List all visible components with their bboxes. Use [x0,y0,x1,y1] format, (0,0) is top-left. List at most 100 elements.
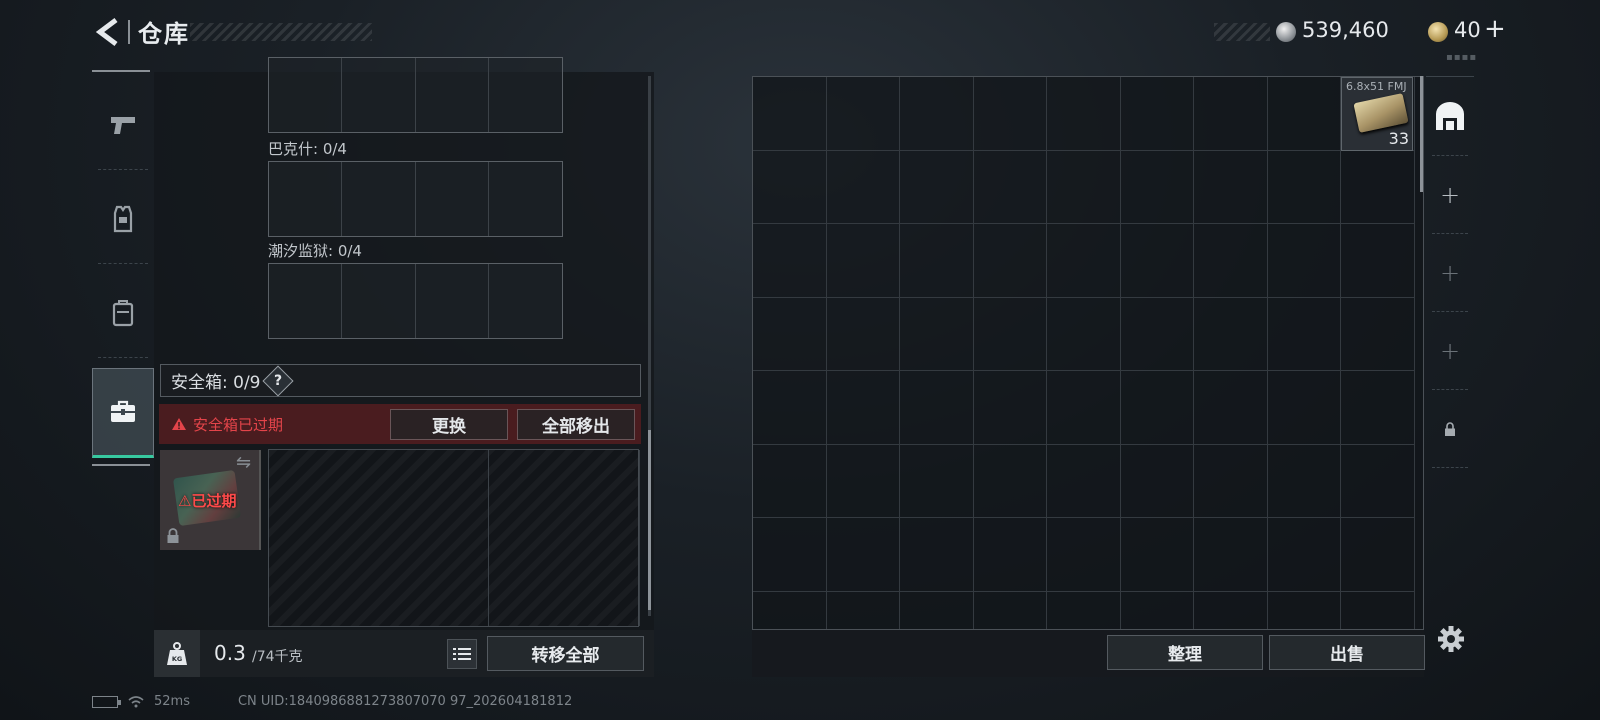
stash-cell[interactable] [1267,150,1341,224]
stash-cell[interactable] [1047,77,1121,151]
stash-cell[interactable] [1194,297,1268,371]
stash-cell[interactable] [1341,297,1415,371]
help-button[interactable]: ? [261,364,294,397]
stash-cell[interactable] [1194,371,1268,445]
stash-cell[interactable] [826,224,900,298]
stash-cell[interactable] [1047,224,1121,298]
sort-button[interactable]: 整理 [1107,635,1263,670]
stash-cell[interactable] [1194,518,1268,592]
stash-cell[interactable] [900,518,974,592]
stash-cell[interactable] [826,150,900,224]
stash-cell[interactable] [826,518,900,592]
container-grid-top[interactable] [268,57,563,133]
container-grid-tidal-prison[interactable] [268,263,563,339]
stash-cell[interactable] [1267,518,1341,592]
swap-icon[interactable]: ⇋ [236,452,251,473]
stash-cell[interactable] [1047,518,1121,592]
stash-cell[interactable] [1267,77,1341,151]
remove-all-button[interactable]: 全部移出 [517,409,635,440]
replace-button[interactable]: 更换 [390,409,508,440]
stash-cell[interactable] [1268,591,1341,629]
stash-cell[interactable] [1194,150,1268,224]
stash-cell[interactable] [973,77,1047,151]
stash-cell[interactable] [1341,518,1415,592]
stash-cell[interactable] [1120,224,1194,298]
stash-cell[interactable] [1194,224,1268,298]
stash-cell[interactable] [1267,444,1341,518]
stash-cell[interactable] [1267,224,1341,298]
tab-safe-box[interactable] [92,368,154,458]
stash-cell[interactable] [900,591,974,629]
stash-cell[interactable] [1047,371,1121,445]
stash-cell[interactable] [827,591,900,629]
stash-cell[interactable] [1121,591,1194,629]
stash-cell[interactable] [826,371,900,445]
settings-button[interactable] [1436,624,1466,658]
tab-armor[interactable] [92,174,154,264]
stash-cell[interactable] [753,591,827,629]
stash-cell[interactable] [753,371,827,445]
back-button[interactable] [92,16,122,48]
transfer-all-button[interactable]: 转移全部 [487,636,644,671]
add-stash-page-3[interactable]: + [1426,312,1474,390]
stash-cell[interactable] [973,224,1047,298]
stash-cell[interactable] [1047,297,1121,371]
stash-cell[interactable] [900,444,974,518]
stash-cell[interactable] [753,297,827,371]
add-stash-page-1[interactable]: + [1426,156,1474,234]
add-currency-button[interactable]: + [1484,14,1506,44]
stash-cell[interactable] [753,77,827,151]
stash-cell[interactable] [973,371,1047,445]
stash-cell[interactable] [1120,77,1194,151]
stash-cell[interactable] [900,77,974,151]
stash-scroll-thumb[interactable] [1420,76,1423,192]
equipment-scroll-thumb[interactable] [648,430,651,610]
stash-cell[interactable] [900,150,974,224]
stash-home-tab[interactable] [1426,78,1474,156]
stash-cell[interactable] [753,444,827,518]
stash-cell[interactable] [1341,371,1415,445]
stash-cell[interactable] [1047,444,1121,518]
safe-box-item[interactable]: ⇋ ⚠已过期 [160,450,261,550]
stash-cell[interactable] [1120,371,1194,445]
stash-cell[interactable] [973,518,1047,592]
locked-stash-page[interactable] [1426,390,1474,468]
stash-cell[interactable] [974,591,1047,629]
stash-cell[interactable] [1267,371,1341,445]
stash-cell[interactable] [900,297,974,371]
stash-cell[interactable] [1194,444,1268,518]
list-view-button[interactable] [447,639,477,669]
sell-button[interactable]: 出售 [1269,635,1425,670]
stash-cell[interactable] [1341,591,1415,629]
stash-cell[interactable] [1047,591,1121,629]
stash-cell[interactable] [753,150,827,224]
stash-cell[interactable] [1047,150,1121,224]
stash-cell[interactable] [973,150,1047,224]
stash-cell[interactable] [1120,297,1194,371]
stash-cell[interactable] [826,297,900,371]
container-grid-bakesh[interactable] [268,161,563,237]
stash-cell[interactable] [1341,224,1415,298]
ammo-item[interactable]: 6.8x51 FMJ 33 [1341,77,1413,151]
stash-grid[interactable] [753,77,1415,629]
stash-cell[interactable] [1341,444,1415,518]
stash-cell[interactable] [1267,297,1341,371]
stash-cell[interactable] [826,444,900,518]
stash-cell[interactable] [973,444,1047,518]
stash-cell[interactable] [900,224,974,298]
stash-cell[interactable] [1194,77,1268,151]
safe-box-grid[interactable] [268,449,640,627]
tab-weapons[interactable] [92,80,154,170]
stash-cell[interactable] [1341,150,1415,224]
add-stash-page-2[interactable]: + [1426,234,1474,312]
stash-cell[interactable] [1120,150,1194,224]
stash-cell[interactable] [900,371,974,445]
tab-backpack[interactable] [92,268,154,358]
stash-cell[interactable] [1194,591,1268,629]
stash-cell[interactable] [1120,444,1194,518]
stash-cell[interactable] [826,77,900,151]
stash-cell[interactable] [1120,518,1194,592]
stash-cell[interactable] [753,518,827,592]
stash-cell[interactable] [973,297,1047,371]
stash-cell[interactable] [753,224,827,298]
